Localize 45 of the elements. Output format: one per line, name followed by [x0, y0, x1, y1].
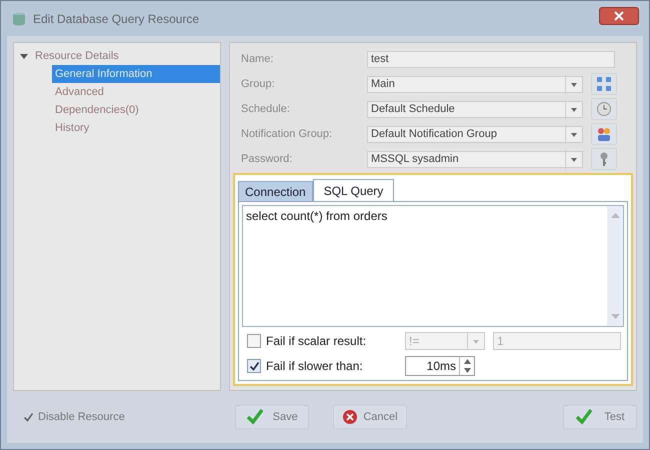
field-label: Notification Group:	[241, 128, 334, 140]
query-text: select count(*) from orders	[245, 208, 388, 225]
checkbox[interactable]	[247, 359, 261, 373]
checkbox[interactable]	[247, 334, 261, 348]
tree-item[interactable]: Resource Details	[32, 49, 122, 63]
field-label: Password:	[241, 153, 294, 165]
option-label: Fail if scalar result:	[266, 334, 366, 348]
clock-icon[interactable]	[591, 98, 617, 120]
window-title: Edit Database Query Resource	[33, 12, 200, 26]
cancel-icon	[342, 409, 358, 425]
close-icon	[614, 10, 624, 20]
spin-up-arrow-icon[interactable]	[464, 359, 470, 364]
duration-spinner[interactable]: 10ms	[405, 356, 475, 376]
field-label: Schedule:	[241, 103, 291, 115]
dialog-button[interactable]: Cancel	[333, 405, 407, 429]
checkmark-icon[interactable]	[23, 412, 34, 422]
operator-dropdown[interactable]: !=	[405, 332, 485, 350]
database-icon	[11, 10, 27, 26]
dropdown-field[interactable]: Main	[367, 76, 583, 92]
option-label: Fail if slower than:	[266, 359, 363, 373]
close-button[interactable]	[599, 6, 639, 24]
tab[interactable]: Connection	[238, 181, 313, 201]
spin-down-arrow-icon[interactable]	[464, 368, 470, 373]
dropdown-field[interactable]: Default Notification Group	[367, 126, 583, 142]
dialog-button[interactable]: Save	[235, 405, 309, 429]
checkmark-icon	[246, 409, 264, 425]
dropdown-field[interactable]: MSSQL sysadmin	[367, 150, 583, 168]
tree-item[interactable]: Advanced	[52, 83, 220, 101]
query-editor[interactable]: select count(*) from orders	[242, 205, 624, 327]
tree-item[interactable]: General Information	[52, 65, 220, 83]
people-icon[interactable]	[591, 123, 617, 145]
value-field[interactable]: 1	[493, 332, 621, 350]
grid-icon[interactable]	[591, 73, 617, 95]
field-label: Group:	[241, 78, 276, 90]
dialog-button[interactable]: Test	[563, 405, 637, 429]
checkbox-label: Disable Resource	[38, 411, 125, 423]
tree-item[interactable]: History	[52, 119, 220, 137]
checkmark-icon	[575, 409, 594, 425]
text-field[interactable]: test	[367, 50, 615, 68]
field-label: Name:	[241, 53, 274, 65]
dropdown-field[interactable]: Default Schedule	[367, 100, 583, 118]
tree-item[interactable]: Dependencies(0)	[52, 101, 220, 119]
collapse-arrow-icon[interactable]	[20, 52, 28, 60]
key-icon[interactable]	[591, 148, 617, 170]
tab[interactable]: SQL Query	[312, 179, 394, 201]
